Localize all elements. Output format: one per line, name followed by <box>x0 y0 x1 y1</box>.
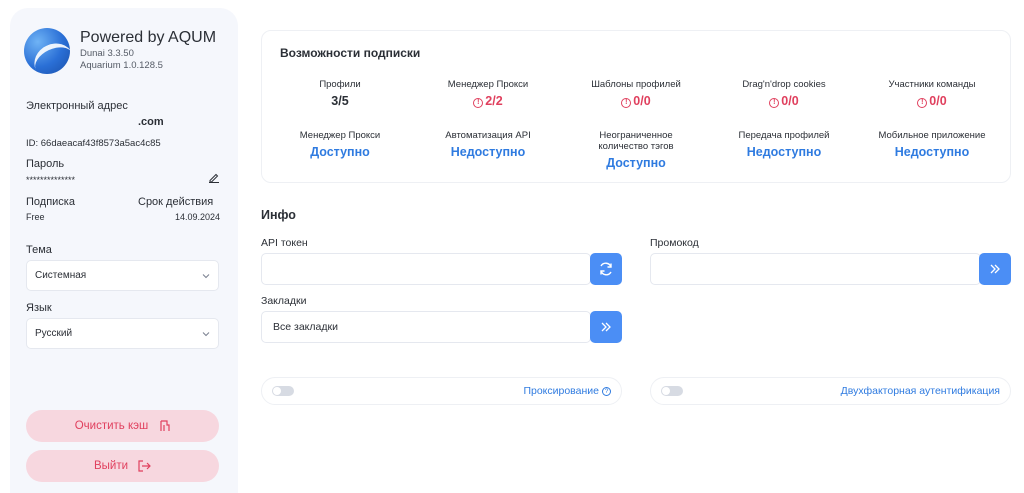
apply-promo-button[interactable] <box>979 253 1011 285</box>
edit-icon[interactable] <box>208 171 220 183</box>
api-token-label: API токен <box>261 237 308 249</box>
version-dunai: Dunai 3.3.50 <box>80 48 134 59</box>
expiry-value: 14.09.2024 <box>175 212 221 222</box>
feature-proxy-manager: Менеджер Прокси Доступно <box>275 130 405 160</box>
feature-dragndrop-cookies: Drag'n'drop cookies ! 0/0 <box>719 79 849 109</box>
version-aquarium: Aquarium 1.0.128.5 <box>80 60 163 71</box>
feature-team-members: Участники команды ! 0/0 <box>867 79 997 109</box>
theme-label: Тема <box>26 244 52 256</box>
feature-label: Профили <box>319 79 361 90</box>
feature-unlimited-tags: Неограниченное количество тэгов Доступно <box>571 130 701 171</box>
chevron-down-icon <box>202 331 210 336</box>
proxying-label[interactable]: Проксирование <box>523 385 599 397</box>
feature-mobile-app: Мобильное приложение Недоступно <box>867 130 997 160</box>
language-select[interactable]: Русский <box>26 318 219 349</box>
logout-label: Выйти <box>93 460 129 472</box>
refresh-token-button[interactable] <box>590 253 622 285</box>
help-icon[interactable]: ? <box>602 387 611 396</box>
feature-value: 2/2 <box>485 94 503 108</box>
features-title: Возможности подписки <box>280 46 421 60</box>
feature-label: Передача профилей <box>738 130 830 141</box>
aqum-logo <box>24 28 70 74</box>
clear-cache-label: Очистить кэш <box>74 420 149 432</box>
password-value: ************** <box>26 175 76 185</box>
feature-label: Автоматизация API <box>445 130 531 141</box>
feature-value: Доступно <box>310 145 370 159</box>
brand-title: Powered by AQUM <box>80 29 217 46</box>
info-title: Инфо <box>261 208 296 222</box>
proxying-toggle[interactable] <box>272 386 294 396</box>
feature-api-automation: Автоматизация API Недоступно <box>423 130 553 160</box>
feature-label: Неограниченное количество тэгов <box>598 130 674 152</box>
settings-page: Powered by AQUM Dunai 3.3.50 Aquarium 1.… <box>0 0 1024 493</box>
feature-label: Шаблоны профилей <box>591 79 681 90</box>
feature-profile-templates: Шаблоны профилей ! 0/0 <box>571 79 701 109</box>
logout-icon <box>138 460 151 472</box>
proxying-row: Проксирование? <box>261 377 622 405</box>
bookmarks-label: Закладки <box>261 295 307 307</box>
chevron-down-icon <box>202 273 210 278</box>
feature-label: Менеджер Прокси <box>299 130 381 141</box>
warning-icon: ! <box>917 98 928 108</box>
feature-profiles: Профили 3/5 <box>275 79 405 109</box>
feature-value: 0/0 <box>781 94 799 108</box>
refresh-icon <box>600 262 612 276</box>
subscription-value: Free <box>26 212 45 222</box>
feature-value: 0/0 <box>929 94 947 108</box>
subscription-label: Подписка <box>26 196 75 208</box>
feature-value: 0/0 <box>633 94 651 108</box>
broom-icon <box>160 420 170 431</box>
double-chevron-right-icon <box>990 264 1000 274</box>
language-select-value: Русский <box>35 328 73 339</box>
feature-value: Недоступно <box>746 145 822 159</box>
subscription-features-card: Возможности подписки Профили 3/5 Менедже… <box>261 30 1011 183</box>
feature-value: Недоступно <box>894 145 970 159</box>
twofa-row: Двухфакторная аутентификация <box>650 377 1011 405</box>
theme-select[interactable]: Системная <box>26 260 219 291</box>
twofa-toggle[interactable] <box>661 386 683 396</box>
feature-value: 3/5 <box>331 94 349 108</box>
promo-label: Промокод <box>650 237 699 249</box>
feature-profile-transfer: Передача профилей Недоступно <box>719 130 849 160</box>
feature-proxy-manager-count: Менеджер Прокси ! 2/2 <box>423 79 553 109</box>
bookmarks-input[interactable]: Все закладки <box>261 311 591 343</box>
feature-label: Мобильное приложение <box>878 130 986 141</box>
user-id: ID: 66daeacaf43f8573a5ac4c85 <box>26 138 161 149</box>
feature-label: Участники команды <box>888 79 976 90</box>
feature-label: Менеджер Прокси <box>447 79 529 90</box>
bookmarks-go-button[interactable] <box>590 311 622 343</box>
feature-label: Drag'n'drop cookies <box>742 79 826 90</box>
double-chevron-right-icon <box>601 322 611 332</box>
clear-cache-button[interactable]: Очистить кэш <box>26 410 219 442</box>
email-value: .com <box>138 116 164 128</box>
api-token-input[interactable] <box>261 253 591 285</box>
logout-button[interactable]: Выйти <box>26 450 219 482</box>
warning-icon: ! <box>621 98 632 108</box>
twofa-label[interactable]: Двухфакторная аутентификация <box>841 385 1000 397</box>
feature-value: Доступно <box>606 156 666 170</box>
feature-value: Недоступно <box>450 145 526 159</box>
warning-icon: ! <box>473 98 484 108</box>
promo-input[interactable] <box>650 253 981 285</box>
sidebar: Powered by AQUM Dunai 3.3.50 Aquarium 1.… <box>10 8 238 493</box>
password-label: Пароль <box>26 158 65 170</box>
email-label: Электронный адрес <box>26 100 128 112</box>
theme-select-value: Системная <box>35 270 87 281</box>
brand: Powered by AQUM Dunai 3.3.50 Aquarium 1.… <box>24 28 216 74</box>
warning-icon: ! <box>769 98 780 108</box>
language-label: Язык <box>26 302 52 314</box>
expiry-label: Срок действия <box>138 196 214 208</box>
